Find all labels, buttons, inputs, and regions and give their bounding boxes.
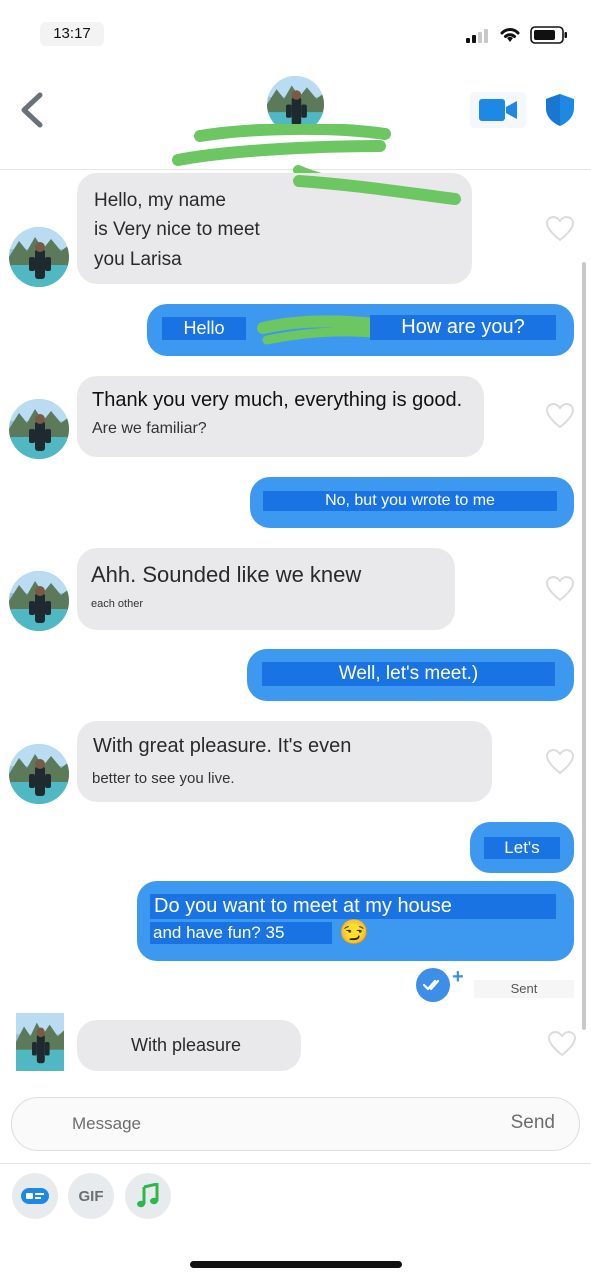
sender-avatar[interactable] (16, 1013, 64, 1071)
sender-avatar[interactable] (9, 399, 69, 459)
message-text: With great pleasure. It's even (93, 735, 352, 757)
message-text: With pleasure (131, 1035, 242, 1055)
message-text: Well, let's meet.) (262, 662, 555, 686)
heart-icon[interactable] (546, 576, 574, 602)
heart-icon[interactable] (546, 749, 574, 775)
incoming-message[interactable]: Thank you very much, everything is good.… (77, 376, 484, 457)
plus-icon[interactable]: + (452, 966, 464, 989)
sender-avatar[interactable] (9, 227, 69, 287)
incoming-message[interactable]: With great pleasure. It's even better to… (77, 721, 492, 802)
message-input[interactable] (28, 1106, 428, 1142)
heart-icon[interactable] (548, 1031, 576, 1057)
message-text: is Very nice to meet (94, 219, 260, 240)
status-bar: 13:17 (0, 0, 591, 62)
sender-avatar[interactable] (9, 571, 69, 631)
outgoing-message[interactable]: Let's (470, 822, 574, 873)
outgoing-message[interactable]: Well, let's meet.) (247, 649, 574, 701)
message-composer: Send (11, 1097, 580, 1151)
message-text: How are you? (370, 315, 556, 340)
sent-status-label: Sent (474, 980, 574, 998)
message-text: Hello (162, 317, 246, 340)
smirk-emoji-icon: 😏 (339, 919, 369, 946)
chevron-left-icon[interactable] (18, 92, 46, 128)
outgoing-message[interactable]: No, but you wrote to me (250, 477, 574, 528)
message-text: Are we familiar? (92, 420, 207, 437)
incoming-message[interactable]: Hello, my name is Very nice to meet you … (77, 173, 472, 284)
video-call-button[interactable] (470, 92, 526, 128)
message-text: better to see you live. (92, 770, 235, 787)
sender-avatar[interactable] (9, 744, 69, 804)
divider (0, 1163, 591, 1164)
message-list[interactable]: Hello, my name is Very nice to meet you … (0, 170, 591, 1075)
outgoing-message[interactable]: Do you want to meet at my house and have… (137, 881, 574, 961)
message-text: Hello, my name (94, 190, 226, 211)
incoming-message[interactable]: With pleasure (77, 1020, 301, 1071)
redacted-scribble (293, 175, 461, 205)
music-note-icon (137, 1183, 159, 1208)
send-button[interactable]: Send (511, 1112, 555, 1134)
status-time: 13:17 (40, 22, 104, 46)
message-text: and have fun? 35 (150, 922, 332, 944)
message-text: Thank you very much, everything is good. (92, 389, 463, 411)
video-camera-icon (479, 99, 517, 121)
chat-header (0, 62, 591, 199)
scrollbar[interactable] (582, 262, 586, 1030)
message-text: you Larisa (94, 249, 182, 270)
message-text: Ahh. Sounded like we knew (91, 562, 362, 587)
redacted-scribble (257, 315, 386, 345)
battery-icon (530, 26, 567, 44)
message-text: Do you want to meet at my house (150, 894, 556, 919)
message-status: + Sent (416, 966, 576, 1004)
outgoing-message[interactable]: Hello How are you? (147, 304, 574, 356)
gif-label: GIF (78, 1187, 104, 1205)
message-text: No, but you wrote to me (263, 491, 557, 511)
read-receipt-icon (416, 968, 450, 1002)
wifi-icon (500, 28, 520, 42)
home-indicator[interactable] (190, 1261, 402, 1268)
music-button[interactable] (125, 1173, 171, 1219)
gif-button[interactable]: GIF (68, 1173, 114, 1219)
message-text: each other (91, 598, 143, 610)
heart-icon[interactable] (546, 403, 574, 429)
safety-button[interactable] (538, 90, 582, 130)
sticker-button[interactable] (12, 1173, 58, 1219)
heart-icon[interactable] (546, 216, 574, 242)
shield-icon (546, 94, 574, 126)
incoming-message[interactable]: Ahh. Sounded like we knew each other (77, 548, 455, 630)
sticker-card-icon (21, 1188, 49, 1204)
message-text: Let's (484, 837, 560, 859)
signal-icon (466, 27, 488, 43)
